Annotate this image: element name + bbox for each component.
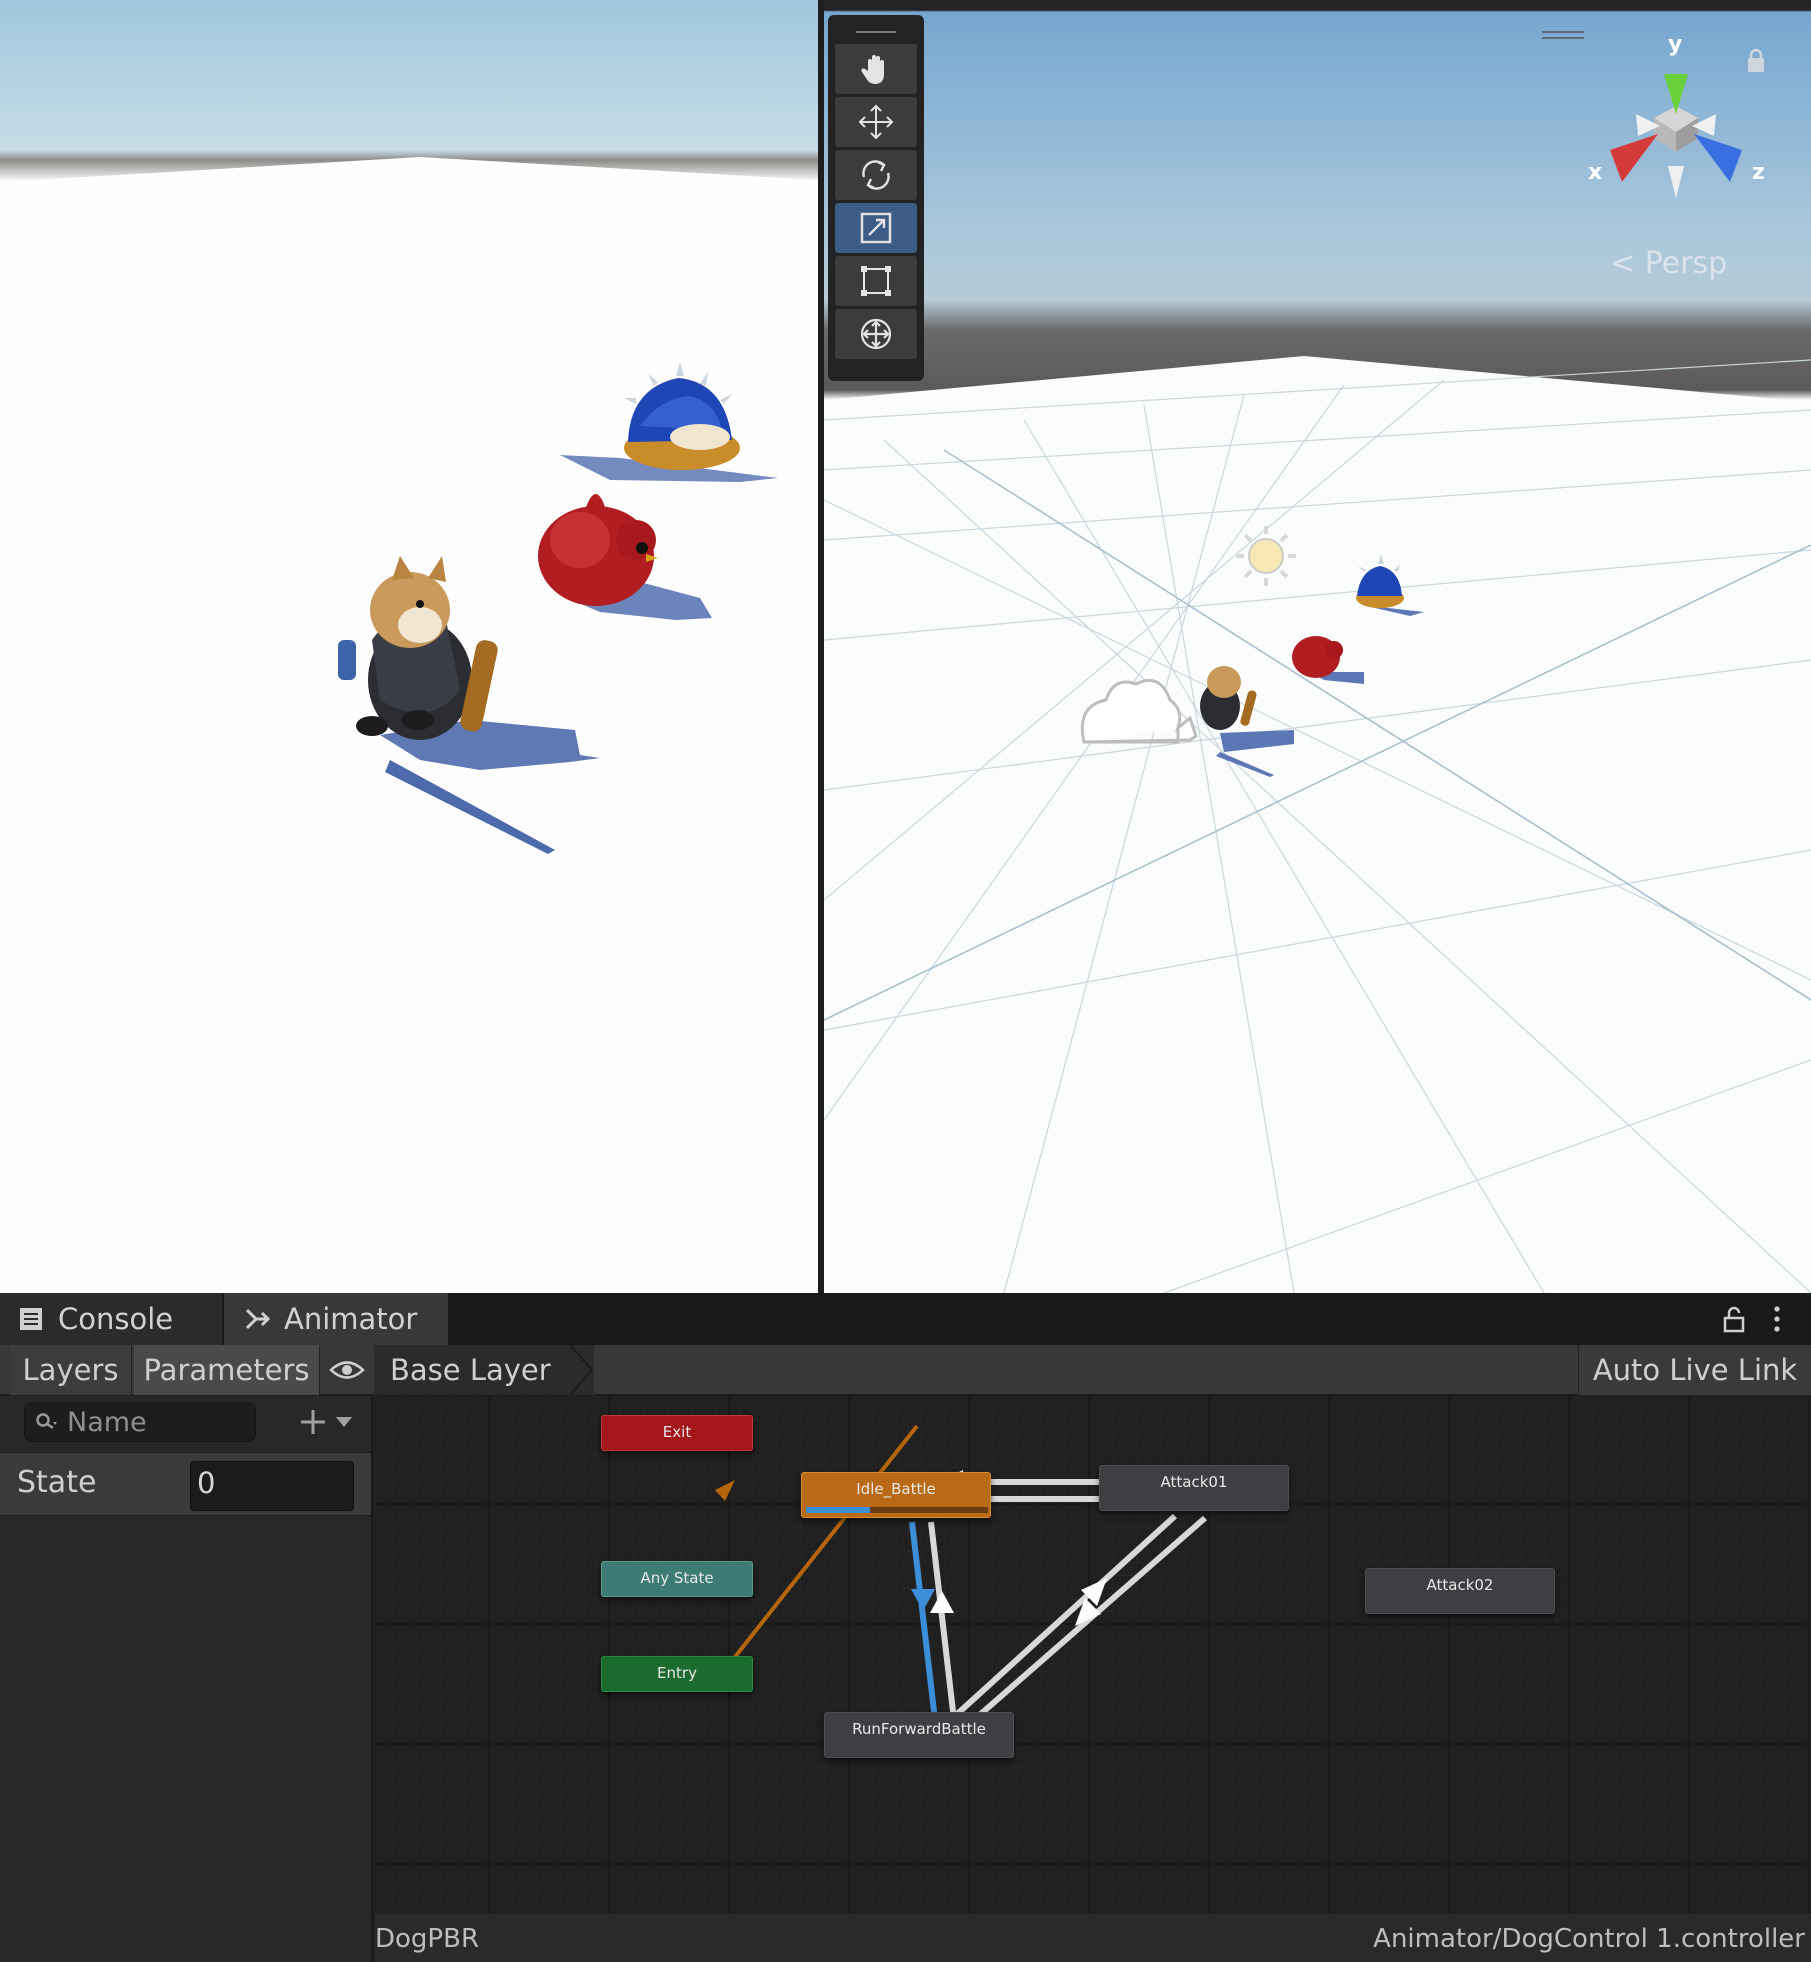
axis-label-x: x xyxy=(1588,160,1603,185)
rect-transform-icon xyxy=(861,266,891,296)
transition-arrows xyxy=(715,1424,1207,1729)
move-arrows-icon xyxy=(858,104,894,140)
transition-attack01-to-run xyxy=(965,1515,1207,1729)
parameter-row[interactable]: State 0 xyxy=(0,1452,371,1516)
scene-view[interactable]: y x z < Persp xyxy=(824,0,1811,1293)
state-node-attack02-label: Attack02 xyxy=(1426,1576,1494,1594)
axis-label-y: y xyxy=(1668,32,1683,57)
state-node-attack01[interactable]: Attack01 xyxy=(1099,1465,1289,1511)
state-node-run-forward-battle-label: RunForwardBattle xyxy=(852,1720,986,1738)
move-tool-button[interactable] xyxy=(835,97,917,147)
scene-overlay-grip-icon[interactable] xyxy=(1542,30,1584,42)
parameters-panel: Name State 0 xyxy=(0,1396,373,1962)
eye-icon xyxy=(329,1361,365,1379)
panel-more-menu-icon[interactable] xyxy=(1772,1305,1782,1333)
gizmo-lock-icon[interactable] xyxy=(1746,48,1766,74)
state-node-entry[interactable]: Entry xyxy=(601,1656,753,1692)
state-node-exit-label: Exit xyxy=(662,1423,692,1441)
parameter-value-field[interactable]: 0 xyxy=(190,1461,354,1511)
panel-tab-bar: Console Animator xyxy=(0,1293,1811,1345)
tab-console[interactable]: Console xyxy=(0,1293,222,1345)
projection-label: Persp xyxy=(1644,246,1728,281)
visibility-toggle[interactable] xyxy=(320,1345,374,1395)
state-progress-fill xyxy=(806,1507,870,1513)
search-icon xyxy=(36,1413,57,1430)
directional-light-icon xyxy=(1236,526,1296,586)
transform-icon xyxy=(860,318,892,350)
transition-arrow-run-idle xyxy=(930,1591,954,1613)
bottom-panel: Console Animator Layers Parameters Base … xyxy=(0,1293,1811,1962)
breadcrumb[interactable]: Base Layer xyxy=(374,1345,594,1395)
state-node-entry-label: Entry xyxy=(657,1664,697,1682)
layers-tab-button[interactable]: Layers xyxy=(10,1345,132,1395)
parameter-search-input[interactable]: Name xyxy=(24,1402,256,1442)
controller-path: Animator/DogControl 1.controller xyxy=(1373,1924,1805,1954)
scale-tool-button[interactable] xyxy=(835,203,917,253)
parameters-tab-button[interactable]: Parameters xyxy=(134,1345,320,1395)
state-node-run-forward-battle[interactable]: RunForwardBattle xyxy=(824,1712,1014,1758)
search-placeholder: Name xyxy=(67,1406,147,1438)
blue-turtle-shell xyxy=(624,362,740,470)
panel-lock-icon[interactable] xyxy=(1722,1305,1746,1333)
state-node-idle-battle[interactable]: Idle_Battle xyxy=(801,1472,991,1518)
scene-tools-toolbar xyxy=(828,15,924,381)
transition-arrow-idle-run xyxy=(911,1589,935,1611)
rotate-icon xyxy=(862,160,890,190)
breadcrumb-base-layer: Base Layer xyxy=(390,1353,551,1387)
state-node-exit[interactable]: Exit xyxy=(601,1415,753,1451)
state-node-attack01-label: Attack01 xyxy=(1160,1473,1228,1491)
animator-toolbar: Layers Parameters Base Layer Auto Live L… xyxy=(0,1345,1811,1395)
animator-icon xyxy=(245,1308,271,1330)
tab-animator-label: Animator xyxy=(284,1302,418,1336)
persp-chevron-icon: < xyxy=(1610,246,1645,281)
dog-warrior xyxy=(338,556,498,740)
transition-run-to-attack01 xyxy=(952,1513,1178,1719)
parameter-name: State xyxy=(17,1465,97,1500)
game-view-scene xyxy=(338,362,778,854)
tab-animator[interactable]: Animator xyxy=(224,1293,448,1345)
console-icon xyxy=(20,1308,42,1330)
sword-shadow xyxy=(385,760,555,854)
camera-gizmo-icon xyxy=(1080,679,1198,744)
rotate-tool-button[interactable] xyxy=(835,150,917,200)
axis-label-z: z xyxy=(1752,160,1765,185)
scene-turtle-shell xyxy=(1356,554,1424,616)
transition-entry-to-idle xyxy=(729,1424,919,1664)
transition-arrow-entry-idle xyxy=(715,1480,735,1501)
transform-tool-button[interactable] xyxy=(835,309,917,359)
add-parameter-button[interactable] xyxy=(298,1402,368,1442)
selected-object-name: DogPBR xyxy=(375,1924,480,1954)
state-progress-track xyxy=(806,1507,988,1513)
game-view[interactable] xyxy=(0,0,818,1293)
hand-tool-button[interactable] xyxy=(835,44,917,94)
state-node-any-state-label: Any State xyxy=(640,1569,714,1587)
state-node-attack02[interactable]: Attack02 xyxy=(1365,1568,1555,1614)
scale-icon xyxy=(860,212,892,244)
auto-live-link-button[interactable]: Auto Live Link xyxy=(1578,1345,1811,1395)
state-machine-graph[interactable]: Exit Idle_Battle Attack01 Any State Atta… xyxy=(375,1396,1811,1914)
hand-icon xyxy=(861,55,884,84)
breadcrumb-chevron-icon xyxy=(570,1345,594,1395)
unity-editor-window: y x z < Persp Console Animator Layers Pa… xyxy=(0,0,1811,1962)
projection-toggle[interactable]: < Persp xyxy=(1610,246,1727,281)
tab-console-label: Console xyxy=(58,1302,174,1336)
animator-status-bar: DogPBR Animator/DogControl 1.controller xyxy=(375,1914,1811,1962)
dropdown-arrow-icon xyxy=(336,1417,352,1427)
toolbar-grip[interactable] xyxy=(835,23,917,41)
state-node-any-state[interactable]: Any State xyxy=(601,1561,753,1597)
plus-icon xyxy=(301,1410,325,1434)
rect-tool-button[interactable] xyxy=(835,256,917,306)
